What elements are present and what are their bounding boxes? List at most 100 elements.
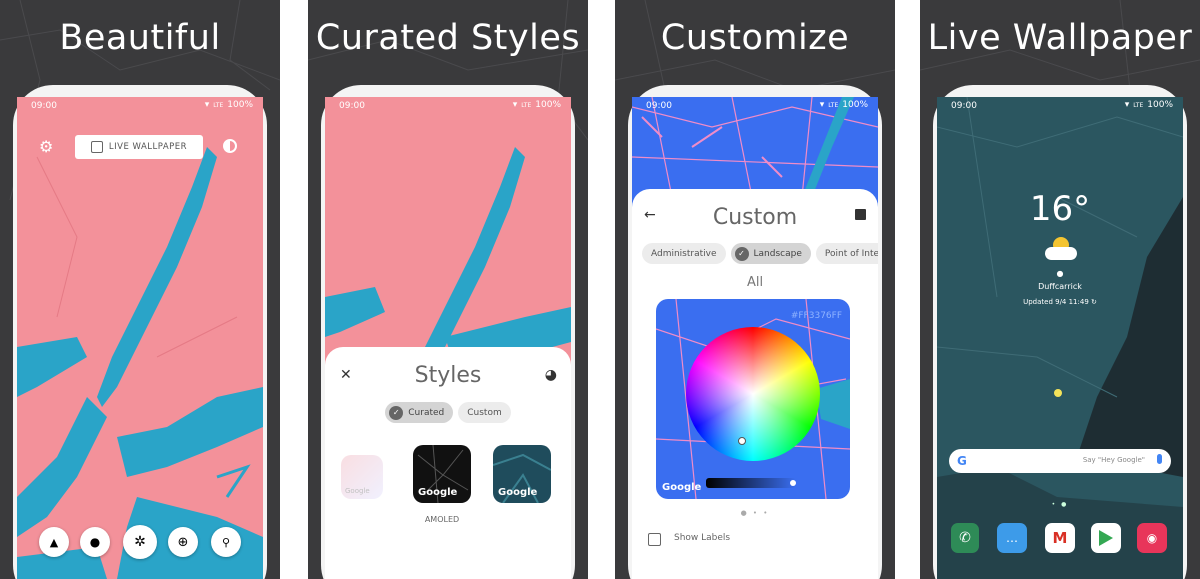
- palette-icon[interactable]: ◕: [545, 367, 557, 383]
- network-label: LTE: [213, 101, 224, 109]
- battery-label: 100%: [842, 100, 868, 110]
- show-labels-label: Show Labels: [674, 533, 731, 543]
- thumb-label: Google: [418, 487, 458, 498]
- pin-icon: ●: [89, 535, 101, 549]
- wallpaper-icon: [90, 141, 103, 153]
- status-bar: 09:00 ▾ LTE 100%: [632, 97, 878, 115]
- show-labels-checkbox[interactable]: [648, 533, 661, 546]
- google-search-bar[interactable]: G Say "Hey Google": [949, 449, 1171, 473]
- search-hint: Say "Hey Google": [1082, 456, 1145, 464]
- chip-point-of-interest[interactable]: Point of Intere: [815, 243, 878, 264]
- chip-label: Point of Intere: [824, 248, 878, 259]
- thumb-label: Google: [498, 487, 538, 498]
- amoled-caption: AMOLED: [424, 515, 460, 524]
- chip-label: Custom: [467, 407, 502, 418]
- style-thumb-teal[interactable]: Google: [493, 445, 551, 503]
- status-bar: 09:00 ▾ LTE 100%: [325, 97, 571, 115]
- temperature: 16°: [1029, 189, 1091, 229]
- play-store-icon[interactable]: [1091, 523, 1121, 553]
- panel-curated-styles: Curated Styles 09:00 ▾ LTE 100% ✕ Styles ◕…: [308, 0, 588, 579]
- settings-icon[interactable]: ⚙: [39, 137, 53, 156]
- chip-administrative[interactable]: Administrative: [642, 243, 726, 264]
- refresh-icon[interactable]: ↻: [1091, 298, 1097, 306]
- status-time: 09:00: [951, 101, 977, 111]
- battery-label: 100%: [1147, 100, 1173, 110]
- messages-icon[interactable]: …: [997, 523, 1027, 553]
- chip-label: Landscape: [753, 248, 802, 259]
- custom-sheet: ← Custom Administrative ✓ Landscape Point…: [632, 189, 878, 579]
- map-canvas: [17, 97, 263, 579]
- check-icon: ✓: [734, 246, 749, 261]
- chip-landscape[interactable]: ✓ Landscape: [730, 243, 811, 264]
- aperture-button[interactable]: ✲: [123, 525, 157, 559]
- map-screen: 09:00 ▾ LTE 100% ← Custom Administrative ✓…: [632, 97, 878, 579]
- chip-custom[interactable]: Custom: [458, 402, 511, 423]
- page-indicator: ● • •: [740, 509, 770, 517]
- weather-icon: [1045, 237, 1077, 261]
- panel-live-wallpaper: Live Wallpaper 09:00 ▾ LTE 100% 16° ● Duff…: [920, 0, 1200, 579]
- pin-button[interactable]: ●: [80, 527, 110, 557]
- battery-label: 100%: [227, 100, 253, 110]
- network-label: LTE: [521, 101, 532, 109]
- map-google-label: Google: [662, 482, 702, 493]
- phone-frame: 09:00 ▾ LTE 100% 16° ● Duffcarrick Updated…: [933, 85, 1187, 579]
- chip-label: Administrative: [651, 248, 717, 259]
- camera-icon[interactable]: ◉: [1137, 523, 1167, 553]
- location-target-icon: ⊕: [177, 534, 189, 550]
- live-wallpaper-button[interactable]: LIVE WALLPAPER: [75, 135, 203, 159]
- aperture-icon: ✲: [134, 534, 146, 550]
- network-label: LTE: [828, 101, 839, 109]
- check-icon: ✓: [389, 405, 404, 420]
- chip-curated[interactable]: ✓ Curated: [385, 402, 454, 423]
- mic-icon[interactable]: [1157, 454, 1162, 464]
- style-thumb-pastel[interactable]: Google: [341, 455, 383, 499]
- dock: ✆ … M ◉: [951, 523, 1171, 555]
- custom-title: Custom: [712, 205, 798, 230]
- location-target-button[interactable]: ⊕: [168, 527, 198, 557]
- live-wallpaper-label: LIVE WALLPAPER: [108, 142, 188, 152]
- save-icon[interactable]: [855, 209, 866, 220]
- page-indicator: • ●: [1051, 501, 1069, 508]
- wifi-icon: ▾: [204, 100, 210, 110]
- style-thumb-amoled[interactable]: Google: [413, 445, 471, 503]
- styles-sheet: ✕ Styles ◕ ✓ Curated Custom Google Google…: [325, 347, 571, 579]
- updated-text: Updated 9/4 11:49: [1023, 298, 1089, 306]
- battery-label: 100%: [535, 100, 561, 110]
- pin-icon: ●: [1056, 269, 1064, 278]
- search-button[interactable]: ⚲: [211, 527, 241, 557]
- section-label: All: [746, 275, 764, 290]
- color-picker-card[interactable]: #FF3376FF Google: [656, 299, 850, 499]
- headline: Curated Styles: [315, 18, 581, 58]
- wifi-icon: ▾: [1124, 100, 1130, 110]
- weather-updated: Updated 9/4 11:49 ↻: [937, 298, 1183, 306]
- status-time: 09:00: [646, 101, 672, 111]
- wifi-icon: ▾: [512, 100, 518, 110]
- map-screen: 09:00 ▾ LTE 100% ✕ Styles ◕ ✓ Curated Custo…: [325, 97, 571, 579]
- brightness-slider-handle[interactable]: [790, 480, 796, 486]
- wifi-icon: ▾: [819, 100, 825, 110]
- mountain-button[interactable]: ▲: [39, 527, 69, 557]
- status-time: 09:00: [339, 101, 365, 111]
- panel-customize: Customize 09:00 ▾ LTE 100% ← Custom Admini…: [615, 0, 895, 579]
- headline: Beautiful: [59, 18, 221, 58]
- phone-frame: 09:00 ▾ LTE 100% ✕ Styles ◕ ✓ Curated Custo…: [321, 85, 575, 579]
- color-wheel[interactable]: [686, 327, 820, 461]
- layer-chip-group: Administrative ✓ Landscape Point of Inter…: [642, 243, 878, 264]
- style-chip-group: ✓ Curated Custom: [325, 402, 571, 423]
- panel-beautiful: Beautiful 09:00 ▾ LTE 100% ⚙ LIVE WALLPA…: [0, 0, 280, 579]
- phone-frame: 09:00 ▾ LTE 100% ← Custom Administrative ✓…: [628, 85, 882, 579]
- headline: Customize: [660, 18, 850, 58]
- home-screen: 09:00 ▾ LTE 100% 16° ● Duffcarrick Updated…: [937, 97, 1183, 579]
- color-wheel-handle[interactable]: [738, 437, 746, 445]
- search-icon: ⚲: [221, 535, 231, 549]
- gmail-icon[interactable]: M: [1045, 523, 1075, 553]
- status-bar: 09:00 ▾ LTE 100%: [17, 97, 263, 115]
- chip-label: Curated: [408, 407, 445, 418]
- phone-icon[interactable]: ✆: [951, 523, 979, 553]
- map-screen[interactable]: 09:00 ▾ LTE 100% ⚙ LIVE WALLPAPER ▲ ● ✲ ⊕ …: [17, 97, 263, 579]
- styles-title: Styles: [414, 363, 482, 388]
- status-bar: 09:00 ▾ LTE 100%: [937, 97, 1183, 115]
- brightness-slider[interactable]: [706, 478, 796, 488]
- theme-icon[interactable]: [223, 139, 237, 153]
- thumb-label: Google: [345, 487, 370, 495]
